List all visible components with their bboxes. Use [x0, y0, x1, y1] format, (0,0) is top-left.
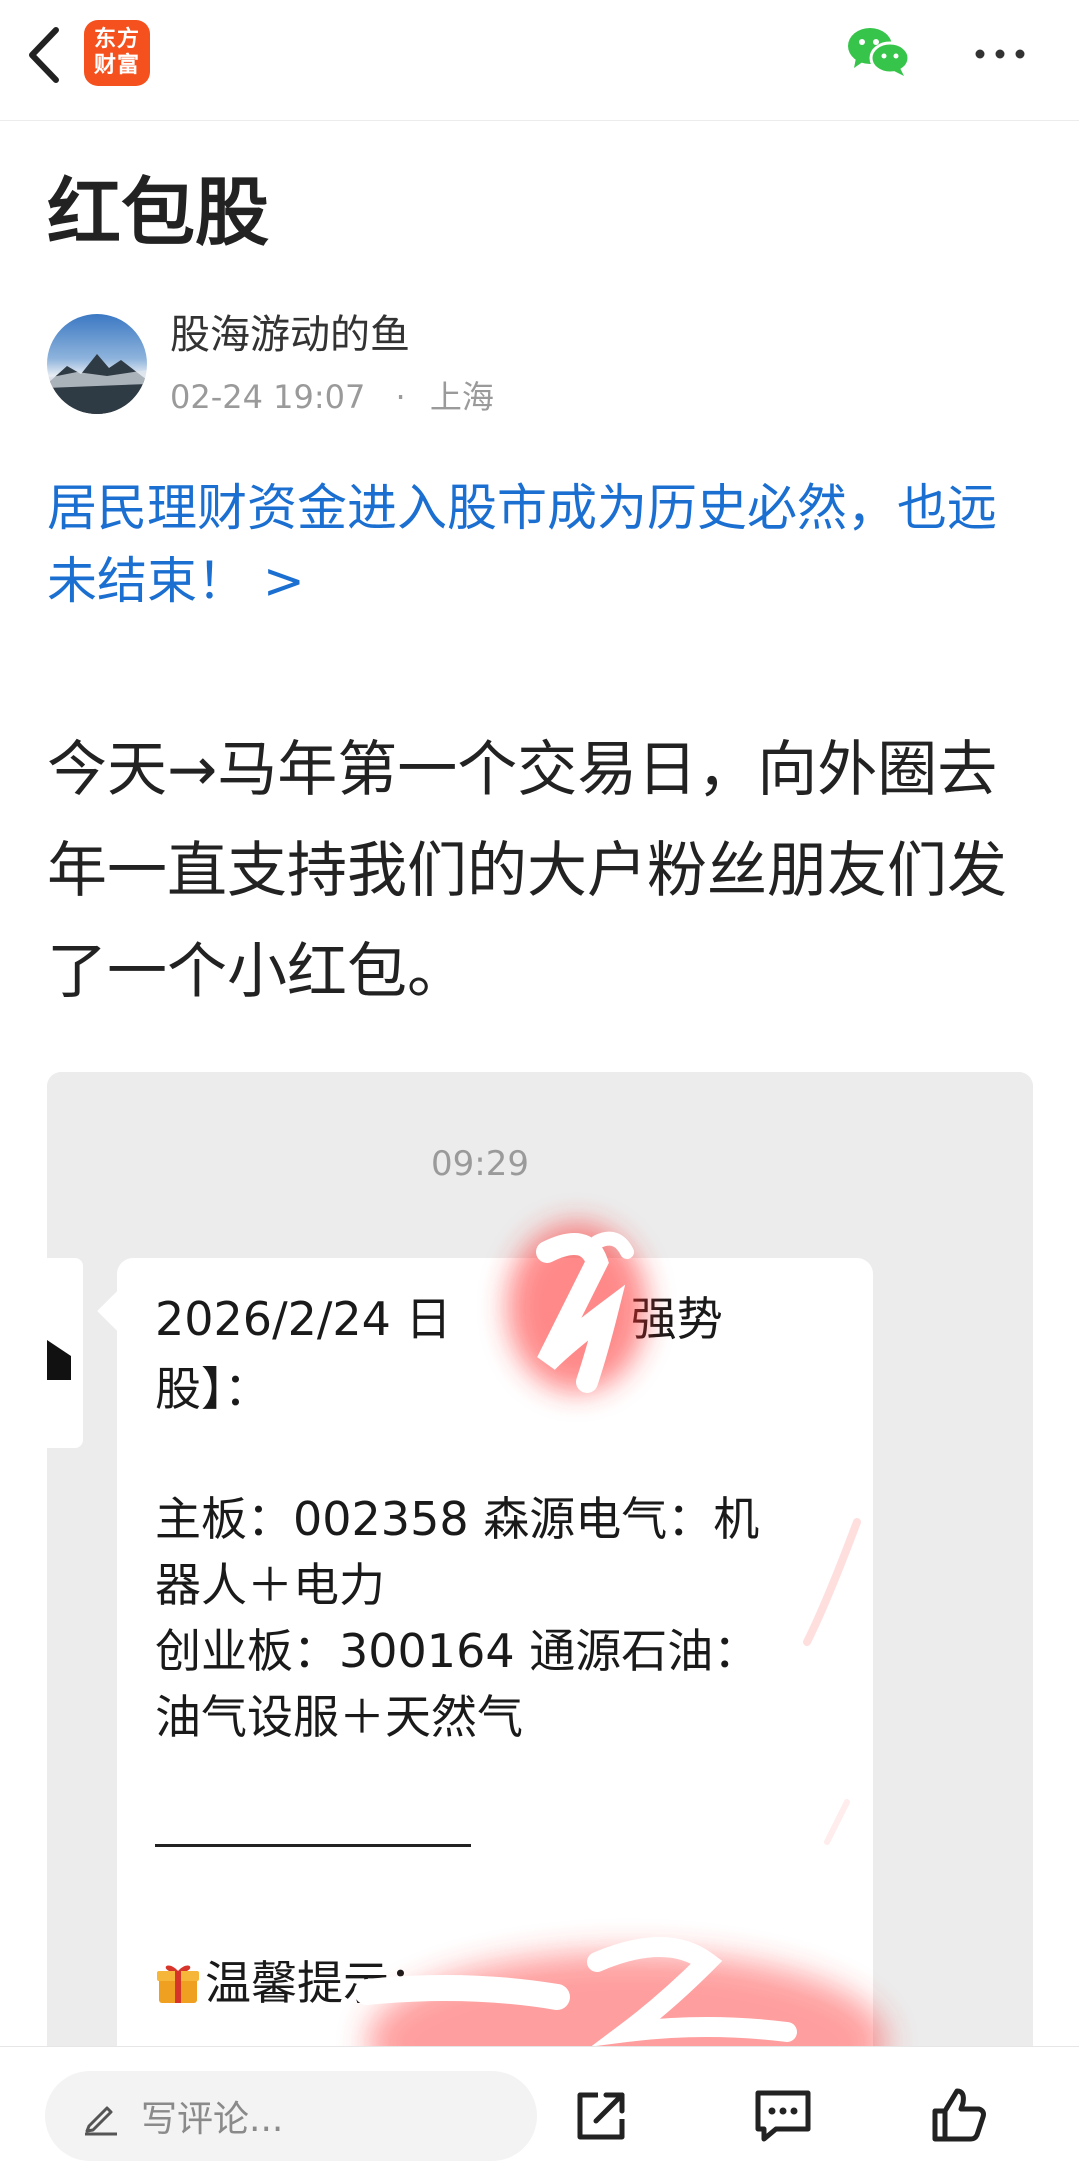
comments-button[interactable]	[752, 2087, 814, 2145]
top-bar: 东方 财富	[0, 0, 1079, 121]
message-tip-text: 温馨提示：	[205, 1956, 435, 2010]
pen-icon	[85, 2106, 117, 2136]
message-line-heading: 股】：	[155, 1362, 270, 1416]
comment-placeholder: 写评论...	[141, 2099, 284, 2140]
message-main-board-theme: 器人＋电力	[155, 1558, 385, 1612]
message-date-text: 2026/2/24 日	[155, 1292, 452, 1346]
avatar-mountain-image	[47, 354, 147, 414]
message-heading-tail: 强势	[630, 1292, 723, 1346]
wechat-share-button[interactable]	[846, 26, 911, 78]
logo-text-bottom: 财富	[93, 53, 140, 78]
message-chinext-board: 创业板：300164 通源石油：	[155, 1624, 760, 1678]
message-divider	[155, 1844, 471, 1847]
app-logo: 东方 财富	[84, 20, 150, 86]
thumbs-up-icon	[932, 2088, 986, 2142]
article-title: 红包股	[47, 170, 269, 256]
chat-time: 09:29	[47, 1144, 1033, 1184]
meta-separator: ·	[395, 378, 406, 416]
message-tip: 温馨提示：	[155, 1950, 855, 2016]
logo-text-top: 东方	[93, 27, 140, 52]
post-meta: 02-24 19:07 · 上海	[170, 376, 494, 418]
chevron-left-icon	[29, 27, 59, 83]
comment-input[interactable]: 写评论...	[45, 2071, 537, 2161]
share-icon	[577, 2092, 625, 2140]
message-chinext-board-theme: 油气设服＋天然气	[155, 1690, 523, 1744]
message-main-board: 主板：002358 森源电气：机	[155, 1492, 760, 1546]
post-timestamp: 02-24 19:07	[170, 378, 366, 416]
message-line-date: 2026/2/24 日 强势	[155, 1286, 855, 1352]
bottom-action-bar: 写评论...	[0, 2046, 1079, 2184]
gift-icon	[157, 1965, 199, 2003]
author-avatar[interactable]	[47, 314, 147, 414]
promo-article-link[interactable]: 居民理财资金进入股市成为历史必然，也远未结束！ >	[47, 472, 1037, 618]
more-dots-icon	[975, 49, 1025, 59]
like-button[interactable]	[929, 2085, 989, 2145]
wechat-icon	[848, 28, 911, 76]
chat-screenshot-image[interactable]: 09:29 2026/2/24 日 强势 股】： 主板：002358 森源电气：…	[47, 1072, 1033, 2183]
comments-icon	[755, 2090, 811, 2142]
share-button[interactable]	[572, 2087, 630, 2145]
chat-time-text: 09:29	[431, 1144, 529, 1184]
more-options-button[interactable]	[970, 36, 1030, 72]
author-name[interactable]: 股海游动的鱼	[170, 310, 410, 360]
post-location: 上海	[429, 378, 494, 416]
article-body: 今天→马年第一个交易日，向外圈去年一直支持我们的大户粉丝朋友们发了一个小红包。	[47, 735, 1007, 1007]
back-button[interactable]	[20, 22, 72, 88]
